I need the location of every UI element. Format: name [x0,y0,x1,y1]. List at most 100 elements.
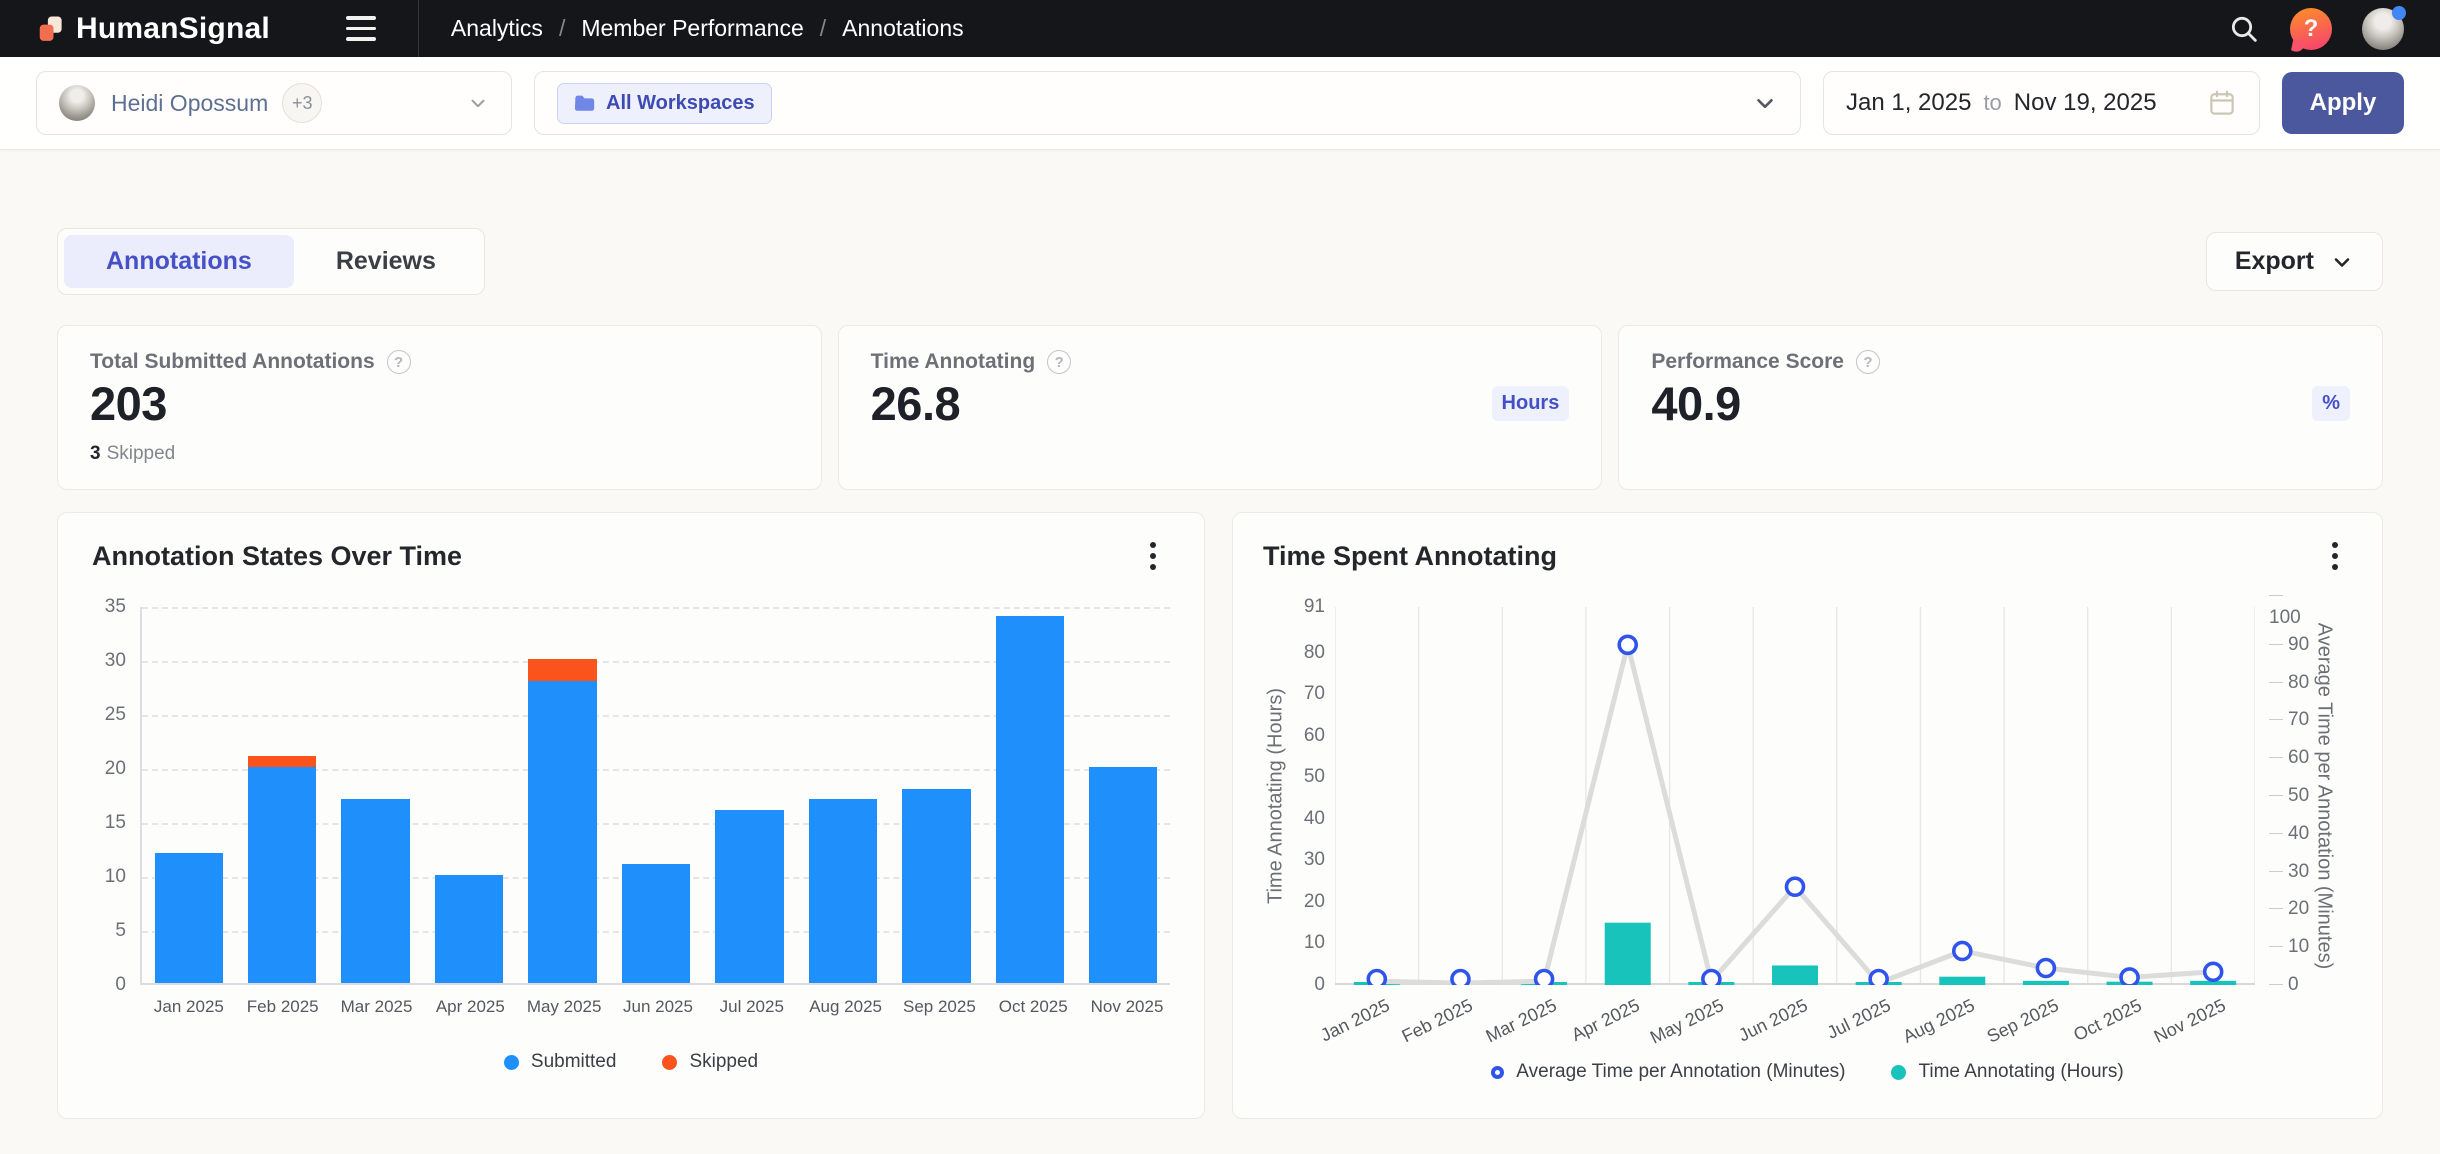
bar-group [329,607,422,983]
y-tick-label: 30 [2269,861,2309,883]
export-button[interactable]: Export [2206,232,2383,291]
left-axis-ticks: 0102030405060708091 [1289,607,1335,985]
x-axis-labels: Jan 2025Feb 2025Mar 2025Apr 2025May 2025… [142,997,1174,1017]
y-tick-label: 20 [1304,891,1325,913]
x-tick-label: Jun 2025 [611,997,705,1017]
y-tick-label: 10 [105,866,126,888]
tab-annotations[interactable]: Annotations [64,235,294,288]
tab-reviews[interactable]: Reviews [294,235,478,288]
bar-skipped [248,756,316,767]
y-tick-label: 10 [1304,932,1325,954]
navbar-divider [418,0,419,57]
y-tick-label: 30 [1304,849,1325,871]
x-tick-label: Mar 2025 [330,997,424,1017]
y-tick-label: 70 [2269,709,2309,731]
line-marker [2205,963,2222,980]
x-tick-label: May 2025 [1647,995,1727,1049]
chart-legend: Average Time per Annotation (Minutes) Tim… [1263,1061,2352,1083]
line-marker [1619,636,1636,653]
y-axis-labels: 05101520253035 [92,607,140,985]
workspace-chip[interactable]: All Workspaces [557,83,772,124]
brand-name: HumanSignal [76,12,270,46]
legend-item[interactable]: Skipped [662,1051,758,1073]
stat-value: 203 [90,376,167,431]
hamburger-menu-icon[interactable] [346,9,390,49]
legend-label: Average Time per Annotation (Minutes) [1516,1061,1845,1083]
date-to-word: to [1983,90,2001,116]
bar-submitted [902,789,970,983]
legend-swatch [1891,1065,1906,1080]
info-icon[interactable]: ? [1047,350,1071,374]
stat-value: 40.9 [1651,376,1740,431]
bar-submitted [528,681,596,983]
apply-button[interactable]: Apply [2282,72,2404,134]
bar-group [609,607,702,983]
y-tick-label: 30 [105,650,126,672]
x-tick-label: May 2025 [517,997,611,1017]
info-icon[interactable]: ? [1856,350,1880,374]
kebab-menu-icon[interactable] [1136,539,1170,573]
calendar-icon[interactable] [2207,88,2237,118]
x-tick-label: Mar 2025 [1482,995,1560,1047]
breadcrumb-analytics[interactable]: Analytics [451,15,543,42]
humansignal-logo-icon [36,14,66,44]
bar-hours [1605,923,1651,985]
combo-chart-plot [1335,607,2255,985]
member-avatar [59,85,95,121]
chart-title: Time Spent Annotating [1263,541,1557,572]
right-axis-title: Average Time per Annotation (Minutes) [2311,607,2337,985]
legend-item[interactable]: Average Time per Annotation (Minutes) [1491,1061,1845,1083]
legend-item[interactable]: Submitted [504,1051,617,1073]
stat-label: Performance Score [1651,350,1844,374]
workspace-chip-label: All Workspaces [606,92,755,115]
bar-group [142,607,235,983]
y-tick-label: 40 [1304,808,1325,830]
legend-item[interactable]: Time Annotating (Hours) [1891,1061,2123,1083]
legend-label: Skipped [689,1051,758,1073]
y-tick-label: 0 [2269,974,2299,996]
kebab-menu-icon[interactable] [2318,539,2352,573]
x-tick-label: Jun 2025 [1735,995,1811,1046]
chevron-down-icon [1752,90,1778,116]
info-icon[interactable]: ? [387,350,411,374]
y-tick-label: 35 [105,596,126,618]
member-name: Heidi Opossum [111,90,268,117]
bar-submitted [341,799,409,983]
line-marker [1368,971,1385,986]
brand-logo[interactable]: HumanSignal [36,12,270,46]
unit-badge: % [2312,386,2350,421]
x-tick-label: Sep 2025 [1983,995,2061,1048]
x-tick-label: Feb 2025 [236,997,330,1017]
chart-title: Annotation States Over Time [92,541,462,572]
y-tick-label: 60 [1304,725,1325,747]
line-marker [1536,971,1553,986]
y-tick-label: 10 [2269,936,2309,958]
x-axis-labels: Jan 2025Feb 2025Mar 2025Apr 2025May 2025… [1335,985,2255,1057]
stat-card-total-submitted: Total Submitted Annotations ? 203 3Skipp… [57,325,822,490]
user-avatar[interactable] [2362,8,2404,50]
bar-submitted [435,875,503,983]
x-tick-label: Nov 2025 [2151,995,2229,1048]
bar-hours [1772,965,1818,985]
bar-group [703,607,796,983]
bar-hours [1939,977,1985,985]
bar-chart-plot [140,607,1170,985]
help-icon[interactable]: ? [2290,8,2332,50]
stat-label: Time Annotating [871,350,1036,374]
breadcrumb-member-performance[interactable]: Member Performance [581,15,803,42]
stat-label: Total Submitted Annotations [90,350,375,374]
stat-card-performance-score: Performance Score ? 40.9 % [1618,325,2383,490]
workspace-select[interactable]: All Workspaces [534,71,1801,135]
x-tick-label: Aug 2025 [799,997,893,1017]
y-tick-label: 80 [1304,642,1325,664]
y-tick-label: 50 [2269,785,2309,807]
x-tick-label: Apr 2025 [1569,995,1644,1046]
bar-group [983,607,1076,983]
search-icon[interactable] [2228,13,2260,45]
y-tick-label: 20 [105,758,126,780]
member-select[interactable]: Heidi Opossum +3 [36,71,512,135]
date-range-input[interactable]: Jan 1, 2025 to Nov 19, 2025 [1823,71,2260,135]
bar-submitted [248,767,316,983]
y-tick-label: 5 [115,920,126,942]
legend-swatch [504,1055,519,1070]
